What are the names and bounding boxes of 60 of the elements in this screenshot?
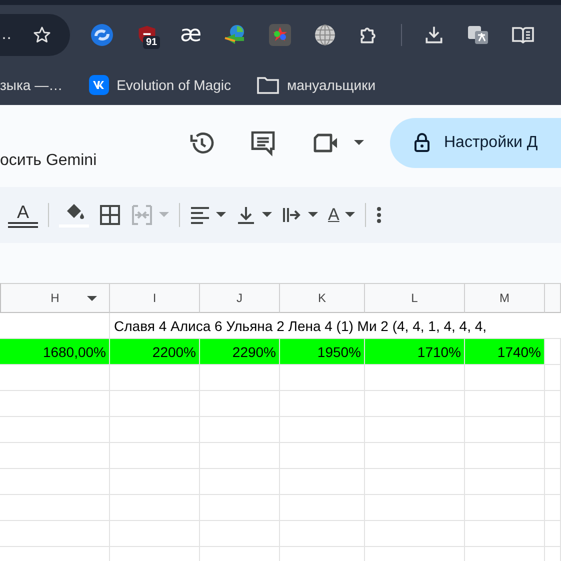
text-rotation-button[interactable]: A (328, 205, 356, 225)
table-cell (545, 365, 561, 391)
bookmark[interactable]: мануальщики (257, 76, 376, 94)
vertical-align-button[interactable] (236, 205, 272, 225)
caret-icon (308, 212, 318, 218)
share-button[interactable]: Настройки Д (390, 118, 561, 168)
table-cell: 2290% (200, 339, 280, 365)
extension-icon[interactable] (90, 23, 114, 47)
table-cell: 1740% (465, 339, 545, 365)
dropdown-icon (87, 296, 97, 302)
column-header[interactable]: M (465, 283, 545, 313)
table-cell (545, 443, 561, 469)
more-icon[interactable] (376, 205, 382, 225)
gemini-prompt-text[interactable]: осить Gemini (0, 152, 97, 170)
table-cell (545, 391, 561, 417)
caret-icon (262, 212, 272, 218)
table-cell: 1710% (365, 339, 465, 365)
align-left-icon (190, 205, 210, 225)
fill-color-icon[interactable] (59, 201, 89, 229)
text-wrap-button[interactable] (282, 205, 318, 225)
lock-icon (414, 133, 430, 153)
table-cell: 1680,00% (0, 339, 110, 365)
table-cell (545, 495, 561, 521)
table-cell: 1950% (280, 339, 365, 365)
align-button[interactable] (190, 205, 226, 225)
star-icon[interactable] (32, 25, 52, 45)
caret-icon (216, 212, 226, 218)
table-cell (545, 339, 561, 365)
folder-icon (257, 76, 279, 94)
globe-arrow-icon[interactable] (222, 23, 247, 47)
column-header[interactable]: L (365, 283, 465, 313)
globe-icon[interactable] (312, 23, 337, 47)
star-tile-icon[interactable] (268, 23, 292, 47)
table-cell (545, 521, 561, 547)
bookmark[interactable]: Evolution of Magic (88, 75, 231, 95)
address-bar[interactable]: … (0, 14, 70, 56)
table-cell (545, 469, 561, 495)
color-bar-icon (8, 222, 38, 228)
bookmark[interactable]: зыка —… (0, 77, 63, 93)
table-cell (545, 417, 561, 443)
borders-icon[interactable] (99, 204, 121, 226)
column-header[interactable]: I (110, 283, 200, 313)
column-header[interactable]: H (0, 283, 110, 313)
text-color-button[interactable]: A (8, 202, 38, 228)
site-icon (88, 75, 109, 95)
address-text: … (0, 26, 12, 44)
merge-icon (131, 204, 153, 226)
translate-icon[interactable] (466, 23, 490, 47)
comment-icon[interactable] (249, 129, 277, 157)
extension-glyph[interactable]: æ (180, 23, 202, 47)
camera-icon (312, 131, 340, 155)
column-header[interactable]: J (200, 283, 280, 313)
table-cell: 2200% (110, 339, 200, 365)
column-header[interactable]: K (280, 283, 365, 313)
wrap-overflow-icon (282, 205, 302, 225)
caret-icon (345, 212, 356, 218)
caret-icon (159, 212, 169, 218)
notification-badge: 91 (143, 36, 160, 49)
caret-icon (354, 140, 364, 146)
align-bottom-icon (236, 205, 256, 225)
